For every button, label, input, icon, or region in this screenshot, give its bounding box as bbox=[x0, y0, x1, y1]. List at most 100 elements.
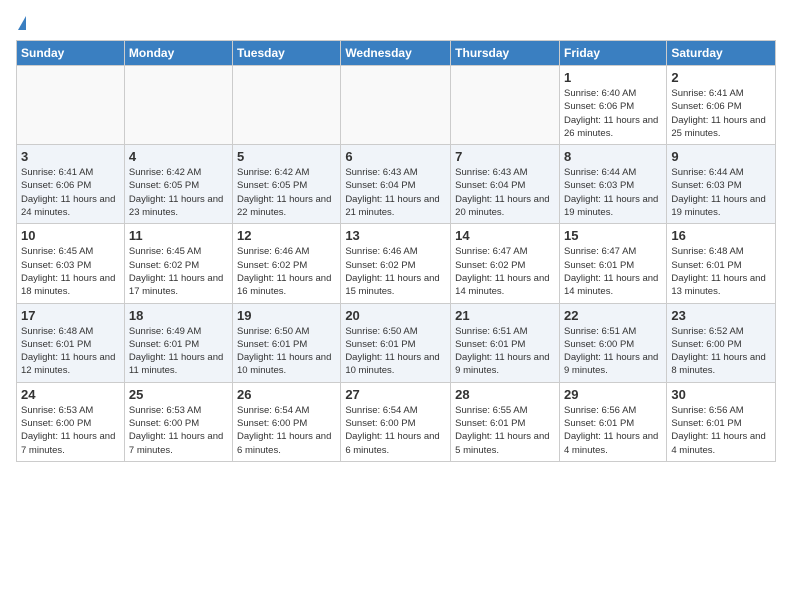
day-number: 11 bbox=[129, 228, 228, 243]
day-number: 2 bbox=[671, 70, 771, 85]
day-info: Sunrise: 6:48 AM Sunset: 6:01 PM Dayligh… bbox=[671, 245, 771, 298]
day-info: Sunrise: 6:50 AM Sunset: 6:01 PM Dayligh… bbox=[345, 325, 446, 378]
calendar-cell: 26 Sunrise: 6:54 AM Sunset: 6:00 PM Dayli… bbox=[233, 382, 341, 461]
calendar-cell: 1 Sunrise: 6:40 AM Sunset: 6:06 PM Daylig… bbox=[559, 66, 666, 145]
day-info: Sunrise: 6:42 AM Sunset: 6:05 PM Dayligh… bbox=[129, 166, 228, 219]
calendar-cell: 27Sunrise: 6:54 AM Sunset: 6:00 PM Dayli… bbox=[341, 382, 451, 461]
calendar-cell: 2 Sunrise: 6:41 AM Sunset: 6:06 PM Daylig… bbox=[667, 66, 776, 145]
calendar-cell: 4 Sunrise: 6:42 AM Sunset: 6:05 PM Daylig… bbox=[124, 145, 232, 224]
calendar-header-row: SundayMondayTuesdayWednesdayThursdayFrid… bbox=[17, 41, 776, 66]
day-info: Sunrise: 6:45 AM Sunset: 6:03 PM Dayligh… bbox=[21, 245, 120, 298]
day-info: Sunrise: 6:53 AM Sunset: 6:00 PM Dayligh… bbox=[21, 404, 120, 457]
calendar-week-2: 3 Sunrise: 6:41 AM Sunset: 6:06 PM Daylig… bbox=[17, 145, 776, 224]
day-info: Sunrise: 6:47 AM Sunset: 6:01 PM Dayligh… bbox=[564, 245, 662, 298]
day-number: 16 bbox=[671, 228, 771, 243]
day-number: 10 bbox=[21, 228, 120, 243]
day-info: Sunrise: 6:41 AM Sunset: 6:06 PM Dayligh… bbox=[21, 166, 120, 219]
day-number: 28 bbox=[455, 387, 555, 402]
calendar-week-5: 24 Sunrise: 6:53 AM Sunset: 6:00 PM Dayli… bbox=[17, 382, 776, 461]
calendar-cell bbox=[341, 66, 451, 145]
day-number: 23 bbox=[671, 308, 771, 323]
day-number: 22 bbox=[564, 308, 662, 323]
day-info: Sunrise: 6:46 AM Sunset: 6:02 PM Dayligh… bbox=[345, 245, 446, 298]
day-number: 3 bbox=[21, 149, 120, 164]
day-number: 20 bbox=[345, 308, 446, 323]
day-number: 4 bbox=[129, 149, 228, 164]
calendar-header-thursday: Thursday bbox=[451, 41, 560, 66]
day-number: 25 bbox=[129, 387, 228, 402]
day-info: Sunrise: 6:43 AM Sunset: 6:04 PM Dayligh… bbox=[345, 166, 446, 219]
calendar-cell: 15 Sunrise: 6:47 AM Sunset: 6:01 PM Dayli… bbox=[559, 224, 666, 303]
day-number: 19 bbox=[237, 308, 336, 323]
calendar-header-saturday: Saturday bbox=[667, 41, 776, 66]
day-info: Sunrise: 6:51 AM Sunset: 6:00 PM Dayligh… bbox=[564, 325, 662, 378]
day-info: Sunrise: 6:54 AM Sunset: 6:00 PM Dayligh… bbox=[237, 404, 336, 457]
calendar-cell: 28 Sunrise: 6:55 AM Sunset: 6:01 PM Dayli… bbox=[451, 382, 560, 461]
day-info: Sunrise: 6:42 AM Sunset: 6:05 PM Dayligh… bbox=[237, 166, 336, 219]
calendar-cell: 14Sunrise: 6:47 AM Sunset: 6:02 PM Dayli… bbox=[451, 224, 560, 303]
calendar-cell: 21 Sunrise: 6:51 AM Sunset: 6:01 PM Dayli… bbox=[451, 303, 560, 382]
calendar-cell: 16 Sunrise: 6:48 AM Sunset: 6:01 PM Dayli… bbox=[667, 224, 776, 303]
calendar-header-tuesday: Tuesday bbox=[233, 41, 341, 66]
calendar-header-sunday: Sunday bbox=[17, 41, 125, 66]
calendar-cell: 24 Sunrise: 6:53 AM Sunset: 6:00 PM Dayli… bbox=[17, 382, 125, 461]
calendar-cell: 20 Sunrise: 6:50 AM Sunset: 6:01 PM Dayli… bbox=[341, 303, 451, 382]
calendar-cell: 30Sunrise: 6:56 AM Sunset: 6:01 PM Dayli… bbox=[667, 382, 776, 461]
day-info: Sunrise: 6:53 AM Sunset: 6:00 PM Dayligh… bbox=[129, 404, 228, 457]
day-info: Sunrise: 6:46 AM Sunset: 6:02 PM Dayligh… bbox=[237, 245, 336, 298]
day-number: 8 bbox=[564, 149, 662, 164]
day-info: Sunrise: 6:47 AM Sunset: 6:02 PM Dayligh… bbox=[455, 245, 555, 298]
calendar-cell: 13 Sunrise: 6:46 AM Sunset: 6:02 PM Dayli… bbox=[341, 224, 451, 303]
day-info: Sunrise: 6:49 AM Sunset: 6:01 PM Dayligh… bbox=[129, 325, 228, 378]
day-info: Sunrise: 6:43 AM Sunset: 6:04 PM Dayligh… bbox=[455, 166, 555, 219]
calendar-cell: 6 Sunrise: 6:43 AM Sunset: 6:04 PM Daylig… bbox=[341, 145, 451, 224]
calendar-cell: 23 Sunrise: 6:52 AM Sunset: 6:00 PM Dayli… bbox=[667, 303, 776, 382]
day-info: Sunrise: 6:45 AM Sunset: 6:02 PM Dayligh… bbox=[129, 245, 228, 298]
day-number: 5 bbox=[237, 149, 336, 164]
day-info: Sunrise: 6:48 AM Sunset: 6:01 PM Dayligh… bbox=[21, 325, 120, 378]
calendar-cell bbox=[124, 66, 232, 145]
day-info: Sunrise: 6:51 AM Sunset: 6:01 PM Dayligh… bbox=[455, 325, 555, 378]
day-number: 1 bbox=[564, 70, 662, 85]
logo-triangle-icon bbox=[18, 16, 26, 30]
day-number: 18 bbox=[129, 308, 228, 323]
calendar-cell: 19 Sunrise: 6:50 AM Sunset: 6:01 PM Dayli… bbox=[233, 303, 341, 382]
calendar-cell: 7 Sunrise: 6:43 AM Sunset: 6:04 PM Daylig… bbox=[451, 145, 560, 224]
calendar-header-friday: Friday bbox=[559, 41, 666, 66]
day-number: 30 bbox=[671, 387, 771, 402]
header bbox=[16, 16, 776, 32]
day-info: Sunrise: 6:50 AM Sunset: 6:01 PM Dayligh… bbox=[237, 325, 336, 378]
calendar-week-4: 17Sunrise: 6:48 AM Sunset: 6:01 PM Dayli… bbox=[17, 303, 776, 382]
calendar-cell: 22 Sunrise: 6:51 AM Sunset: 6:00 PM Dayli… bbox=[559, 303, 666, 382]
calendar-week-1: 1 Sunrise: 6:40 AM Sunset: 6:06 PM Daylig… bbox=[17, 66, 776, 145]
calendar-header-wednesday: Wednesday bbox=[341, 41, 451, 66]
logo bbox=[16, 16, 26, 32]
day-number: 29 bbox=[564, 387, 662, 402]
day-info: Sunrise: 6:41 AM Sunset: 6:06 PM Dayligh… bbox=[671, 87, 771, 140]
day-number: 26 bbox=[237, 387, 336, 402]
day-number: 15 bbox=[564, 228, 662, 243]
calendar-cell: 18 Sunrise: 6:49 AM Sunset: 6:01 PM Dayli… bbox=[124, 303, 232, 382]
calendar-cell: 8Sunrise: 6:44 AM Sunset: 6:03 PM Daylig… bbox=[559, 145, 666, 224]
day-info: Sunrise: 6:56 AM Sunset: 6:01 PM Dayligh… bbox=[564, 404, 662, 457]
calendar-cell: 5 Sunrise: 6:42 AM Sunset: 6:05 PM Daylig… bbox=[233, 145, 341, 224]
day-info: Sunrise: 6:52 AM Sunset: 6:00 PM Dayligh… bbox=[671, 325, 771, 378]
day-number: 24 bbox=[21, 387, 120, 402]
calendar-cell: 29 Sunrise: 6:56 AM Sunset: 6:01 PM Dayli… bbox=[559, 382, 666, 461]
calendar-week-3: 10 Sunrise: 6:45 AM Sunset: 6:03 PM Dayli… bbox=[17, 224, 776, 303]
calendar-cell: 11 Sunrise: 6:45 AM Sunset: 6:02 PM Dayli… bbox=[124, 224, 232, 303]
day-info: Sunrise: 6:40 AM Sunset: 6:06 PM Dayligh… bbox=[564, 87, 662, 140]
calendar: SundayMondayTuesdayWednesdayThursdayFrid… bbox=[16, 40, 776, 462]
day-info: Sunrise: 6:55 AM Sunset: 6:01 PM Dayligh… bbox=[455, 404, 555, 457]
day-number: 7 bbox=[455, 149, 555, 164]
day-number: 6 bbox=[345, 149, 446, 164]
day-number: 12 bbox=[237, 228, 336, 243]
day-number: 13 bbox=[345, 228, 446, 243]
day-info: Sunrise: 6:54 AM Sunset: 6:00 PM Dayligh… bbox=[345, 404, 446, 457]
calendar-cell: 9Sunrise: 6:44 AM Sunset: 6:03 PM Daylig… bbox=[667, 145, 776, 224]
calendar-cell bbox=[451, 66, 560, 145]
calendar-cell: 10 Sunrise: 6:45 AM Sunset: 6:03 PM Dayli… bbox=[17, 224, 125, 303]
calendar-cell: 3 Sunrise: 6:41 AM Sunset: 6:06 PM Daylig… bbox=[17, 145, 125, 224]
day-number: 21 bbox=[455, 308, 555, 323]
calendar-header-monday: Monday bbox=[124, 41, 232, 66]
